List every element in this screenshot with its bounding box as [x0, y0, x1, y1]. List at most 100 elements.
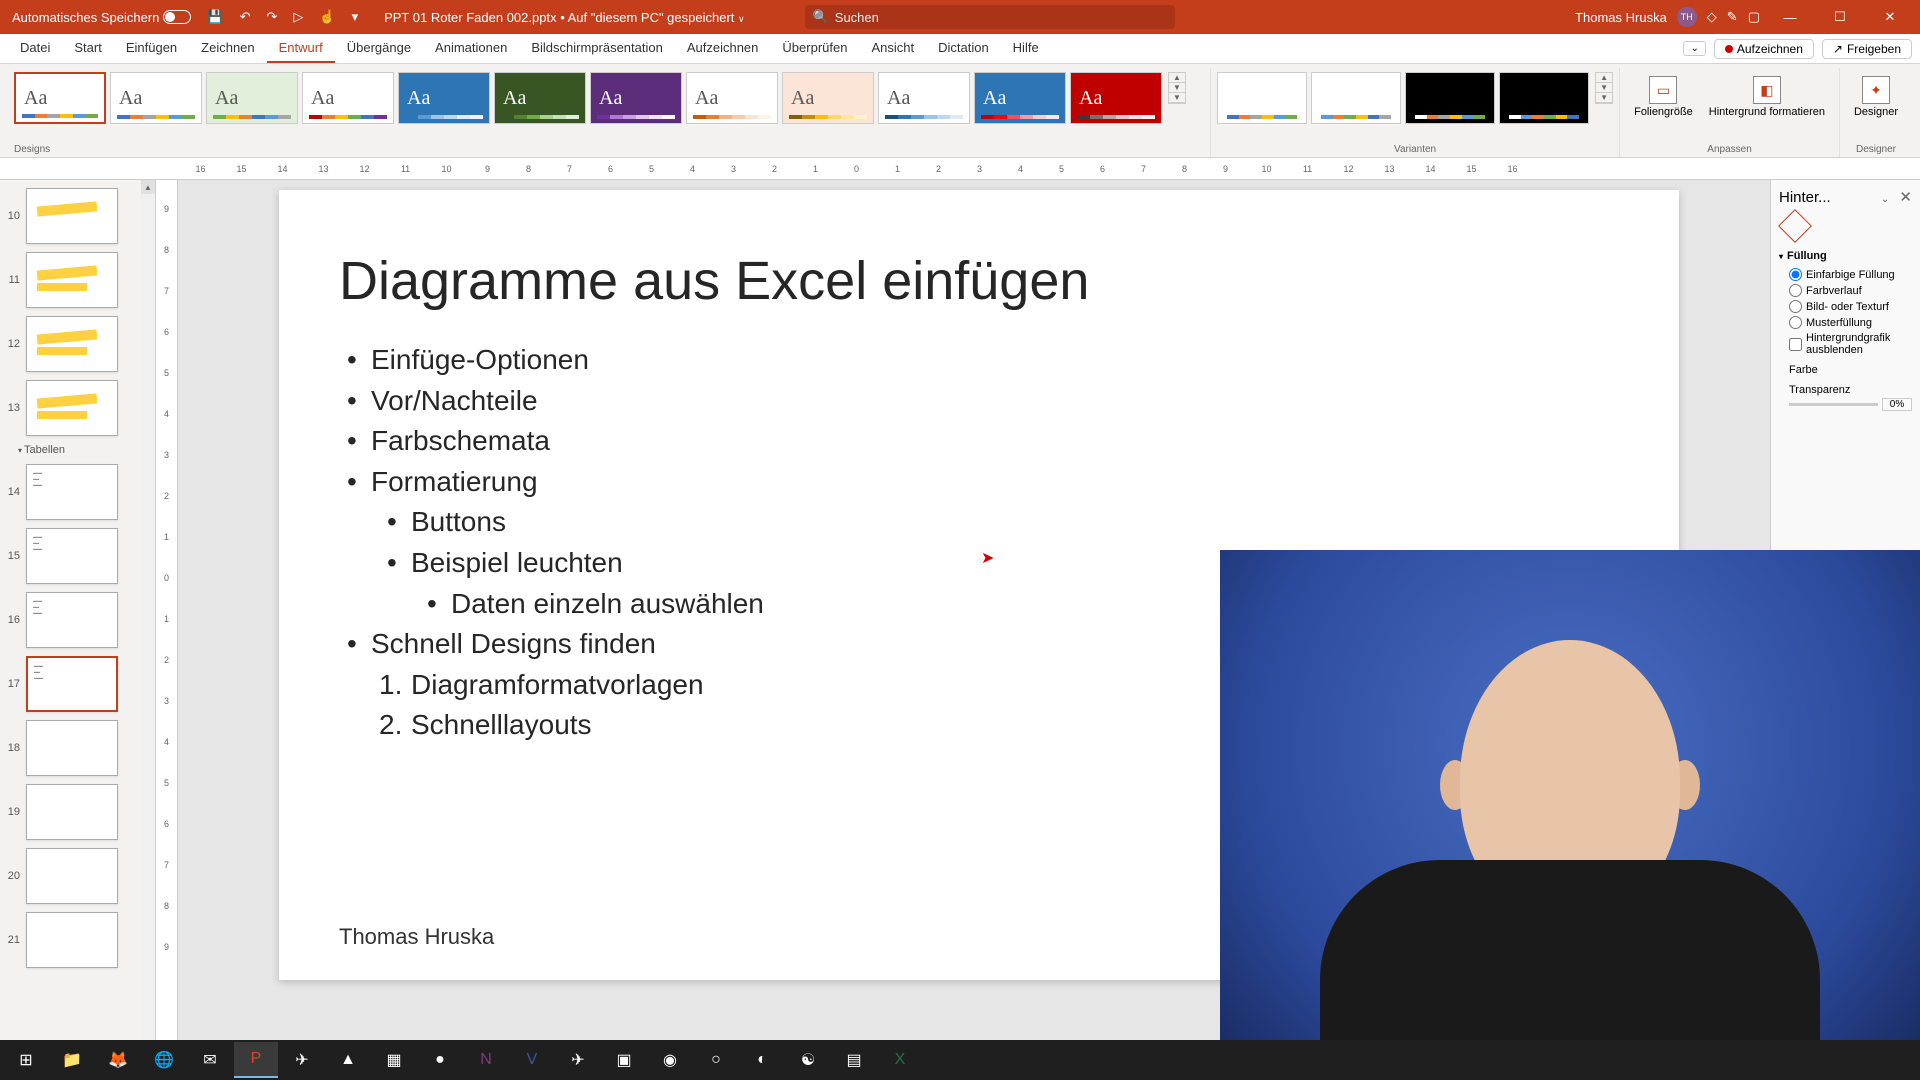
app-icon[interactable]: ✈ [280, 1042, 324, 1078]
visio-icon[interactable]: V [510, 1042, 554, 1078]
gallery-down-icon[interactable]: ▼ [1596, 83, 1612, 93]
record-button[interactable]: Aufzeichnen [1714, 39, 1814, 59]
fill-option[interactable]: Einfarbige Füllung [1789, 268, 1912, 281]
diamond-icon[interactable]: ◇ [1707, 9, 1717, 25]
theme-thumb[interactable]: Aa [974, 72, 1066, 124]
gallery-more-icon[interactable]: ▼ [1596, 93, 1612, 103]
qat-more-icon[interactable]: ▾ [346, 7, 365, 27]
theme-thumb[interactable]: Aa [878, 72, 970, 124]
variant-thumb[interactable] [1499, 72, 1589, 124]
tab-datei[interactable]: Datei [8, 34, 62, 63]
maximize-icon[interactable]: ☐ [1820, 9, 1860, 25]
sidepane-close-icon[interactable]: ✕ [1899, 189, 1912, 206]
tab-überprüfen[interactable]: Überprüfen [770, 34, 859, 63]
firefox-icon[interactable]: 🦊 [96, 1042, 140, 1078]
hide-bg-checkbox[interactable]: Hintergrundgrafik ausblenden [1789, 332, 1912, 356]
app6-icon[interactable]: ◐ [740, 1042, 784, 1078]
section-header[interactable]: Tabellen [0, 440, 155, 460]
share-button[interactable]: ↗Freigeben [1822, 39, 1912, 59]
app8-icon[interactable]: ▤ [832, 1042, 876, 1078]
slide-thumb[interactable]: 14━━━━━━━━ [0, 460, 155, 524]
designer-button[interactable]: ✦Designer [1846, 72, 1906, 122]
format-background-button[interactable]: ◧Hintergrund formatieren [1701, 72, 1833, 122]
slide-thumb[interactable]: 18 [0, 716, 155, 780]
theme-thumb[interactable]: Aa [494, 72, 586, 124]
slide-thumb[interactable]: 19 [0, 780, 155, 844]
vlc-icon[interactable]: ▲ [326, 1042, 370, 1078]
touch-icon[interactable]: ☝ [313, 7, 341, 27]
tab-entwurf[interactable]: Entwurf [267, 34, 335, 63]
fill-option[interactable]: Bild- oder Texturf [1789, 300, 1912, 313]
save-icon[interactable]: 💾 [201, 7, 229, 27]
undo-icon[interactable]: ↶ [234, 7, 257, 27]
bullet-item[interactable]: Farbschemata [339, 421, 1619, 462]
user-avatar[interactable]: TH [1677, 7, 1697, 27]
tab-dictation[interactable]: Dictation [926, 34, 1001, 63]
app5-icon[interactable]: ○ [694, 1042, 738, 1078]
slide-thumb[interactable]: 16━━━━━━━━ [0, 588, 155, 652]
slide-thumb[interactable]: 12 [0, 312, 155, 376]
gallery-more-icon[interactable]: ▼ [1169, 93, 1185, 103]
user-name[interactable]: Thomas Hruska [1575, 10, 1667, 25]
slide-title[interactable]: Diagramme aus Excel einfügen [339, 250, 1619, 312]
theme-thumb[interactable]: Aa [686, 72, 778, 124]
window-mode-icon[interactable]: ▢ [1748, 9, 1760, 25]
slide-thumb[interactable]: 17━━━━━━━━ [0, 652, 155, 716]
bullet-item[interactable]: Buttons [339, 502, 1619, 543]
tab-bildschirmpräsentation[interactable]: Bildschirmpräsentation [519, 34, 675, 63]
file-explorer-icon[interactable]: 📁 [50, 1042, 94, 1078]
redo-icon[interactable]: ↷ [261, 7, 284, 27]
variant-thumb[interactable] [1217, 72, 1307, 124]
theme-thumb[interactable]: Aa [782, 72, 874, 124]
powerpoint-icon[interactable]: P [234, 1042, 278, 1078]
tab-übergänge[interactable]: Übergänge [335, 34, 423, 63]
theme-thumb[interactable]: Aa [110, 72, 202, 124]
slide-size-button[interactable]: ▭Foliengröße [1626, 72, 1701, 122]
autosave-toggle[interactable] [163, 10, 191, 24]
slide-thumb[interactable]: 11 [0, 248, 155, 312]
fill-option[interactable]: Musterfüllung [1789, 316, 1912, 329]
minimize-icon[interactable]: — [1770, 10, 1810, 25]
theme-thumb[interactable]: Aa [398, 72, 490, 124]
slide-thumb[interactable]: 13 [0, 376, 155, 440]
sidepane-dropdown-icon[interactable]: ⌄ [1881, 194, 1889, 205]
tab-hilfe[interactable]: Hilfe [1001, 34, 1051, 63]
transparency-slider[interactable] [1789, 403, 1878, 406]
collapse-ribbon-icon[interactable]: ⌄ [1683, 41, 1705, 56]
paint-bucket-icon[interactable] [1778, 209, 1812, 243]
tab-animationen[interactable]: Animationen [423, 34, 519, 63]
app2-icon[interactable]: ▦ [372, 1042, 416, 1078]
tab-aufzeichnen[interactable]: Aufzeichnen [675, 34, 771, 63]
search-box[interactable]: 🔍 Suchen [805, 5, 1175, 29]
variant-thumb[interactable] [1405, 72, 1495, 124]
present-icon[interactable]: ▷ [287, 7, 309, 27]
start-button[interactable]: ⊞ [4, 1042, 48, 1078]
gallery-up-icon[interactable]: ▲ [1596, 73, 1612, 83]
outlook-icon[interactable]: ✉ [188, 1042, 232, 1078]
tab-einfügen[interactable]: Einfügen [114, 34, 189, 63]
slide-thumb[interactable]: 10 [0, 184, 155, 248]
bullet-item[interactable]: Einfüge-Optionen [339, 340, 1619, 381]
tab-zeichnen[interactable]: Zeichnen [189, 34, 266, 63]
theme-thumb[interactable]: Aa [590, 72, 682, 124]
pen-icon[interactable]: ✎ [1727, 9, 1738, 25]
app4-icon[interactable]: ▣ [602, 1042, 646, 1078]
telegram-icon[interactable]: ✈ [556, 1042, 600, 1078]
tab-ansicht[interactable]: Ansicht [859, 34, 926, 63]
bullet-item[interactable]: Formatierung [339, 462, 1619, 503]
fill-section[interactable]: Füllung [1779, 250, 1912, 262]
gallery-up-icon[interactable]: ▲ [1169, 73, 1185, 83]
fill-option[interactable]: Farbverlauf [1789, 284, 1912, 297]
theme-thumb[interactable]: Aa [1070, 72, 1162, 124]
theme-thumb[interactable]: Aa [302, 72, 394, 124]
theme-thumb[interactable]: Aa [206, 72, 298, 124]
excel-icon[interactable]: X [878, 1042, 922, 1078]
slide-thumb[interactable]: 21 [0, 908, 155, 972]
close-icon[interactable]: ✕ [1870, 9, 1910, 25]
slide-thumb[interactable]: 15━━━━━━━━ [0, 524, 155, 588]
thumb-scroll-up-icon[interactable]: ▲ [141, 180, 155, 194]
app7-icon[interactable]: ☯ [786, 1042, 830, 1078]
app3-icon[interactable]: ● [418, 1042, 462, 1078]
chrome-icon[interactable]: 🌐 [142, 1042, 186, 1078]
theme-thumb[interactable]: Aa [14, 72, 106, 124]
